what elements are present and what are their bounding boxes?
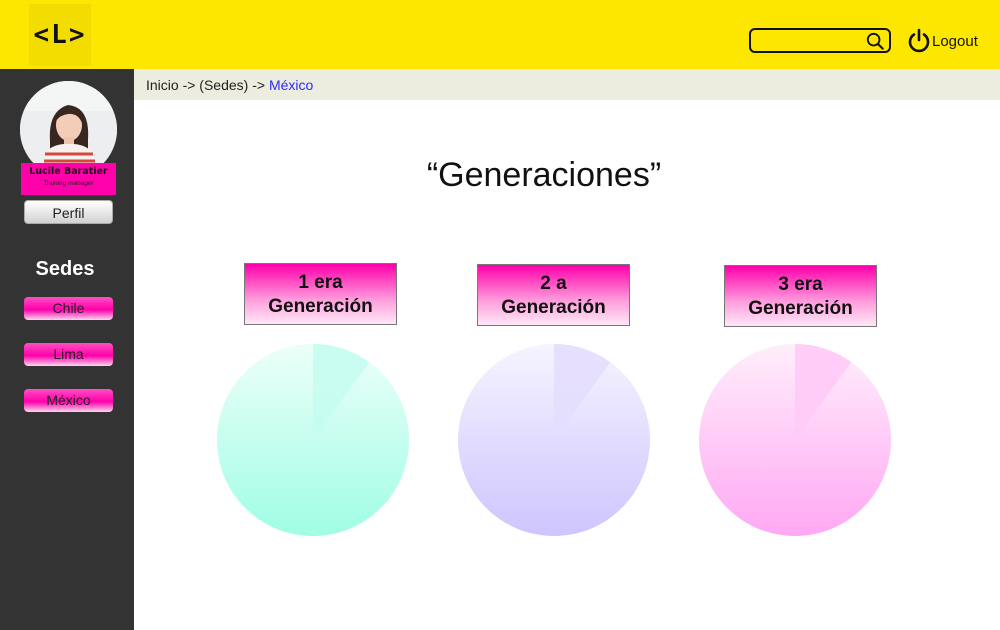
- logo[interactable]: <L>: [29, 4, 91, 66]
- generation-pie-1[interactable]: [217, 344, 409, 536]
- power-icon[interactable]: [907, 28, 931, 54]
- generation-2-line2: Generación: [501, 297, 606, 318]
- generation-pie-2[interactable]: [458, 344, 650, 536]
- search-input[interactable]: [749, 28, 891, 53]
- sede-button-chile[interactable]: Chile: [24, 297, 113, 320]
- sede-button-mexico[interactable]: México: [24, 389, 113, 412]
- generation-3-line1: 3 era: [778, 274, 823, 295]
- top-header: <L> Logout: [0, 0, 1000, 69]
- generation-2-line1: 2 a: [540, 273, 567, 294]
- sede-button-lima[interactable]: Lima: [24, 343, 113, 366]
- page-title: “Generaciones”: [426, 156, 662, 194]
- profile-button[interactable]: Perfil: [24, 200, 113, 224]
- generation-card-3[interactable]: 3 era Generación: [724, 265, 877, 327]
- logout-button[interactable]: Logout: [907, 27, 978, 55]
- user-name: Lucile Baratier: [29, 166, 108, 177]
- search-icon[interactable]: [866, 32, 884, 50]
- generation-1-line2: Generación: [268, 296, 373, 317]
- breadcrumb: Inicio -> (Sedes) -> México: [134, 69, 1000, 100]
- sidebar: Lucile Baratier Training manager Perfil …: [0, 69, 134, 630]
- breadcrumb-current[interactable]: México: [269, 77, 313, 93]
- generation-pie-3[interactable]: [699, 344, 891, 536]
- breadcrumb-path[interactable]: Inicio -> (Sedes) ->: [146, 77, 269, 93]
- user-name-card: Lucile Baratier Training manager: [21, 163, 116, 195]
- generation-3-line2: Generación: [748, 298, 853, 319]
- generation-card-1[interactable]: 1 era Generación: [244, 263, 397, 325]
- sedes-heading: Sedes: [35, 258, 95, 280]
- generation-1-line1: 1 era: [298, 272, 343, 293]
- user-role: Training manager: [43, 180, 94, 187]
- logout-label[interactable]: Logout: [932, 33, 978, 50]
- generation-card-2[interactable]: 2 a Generación: [477, 264, 630, 326]
